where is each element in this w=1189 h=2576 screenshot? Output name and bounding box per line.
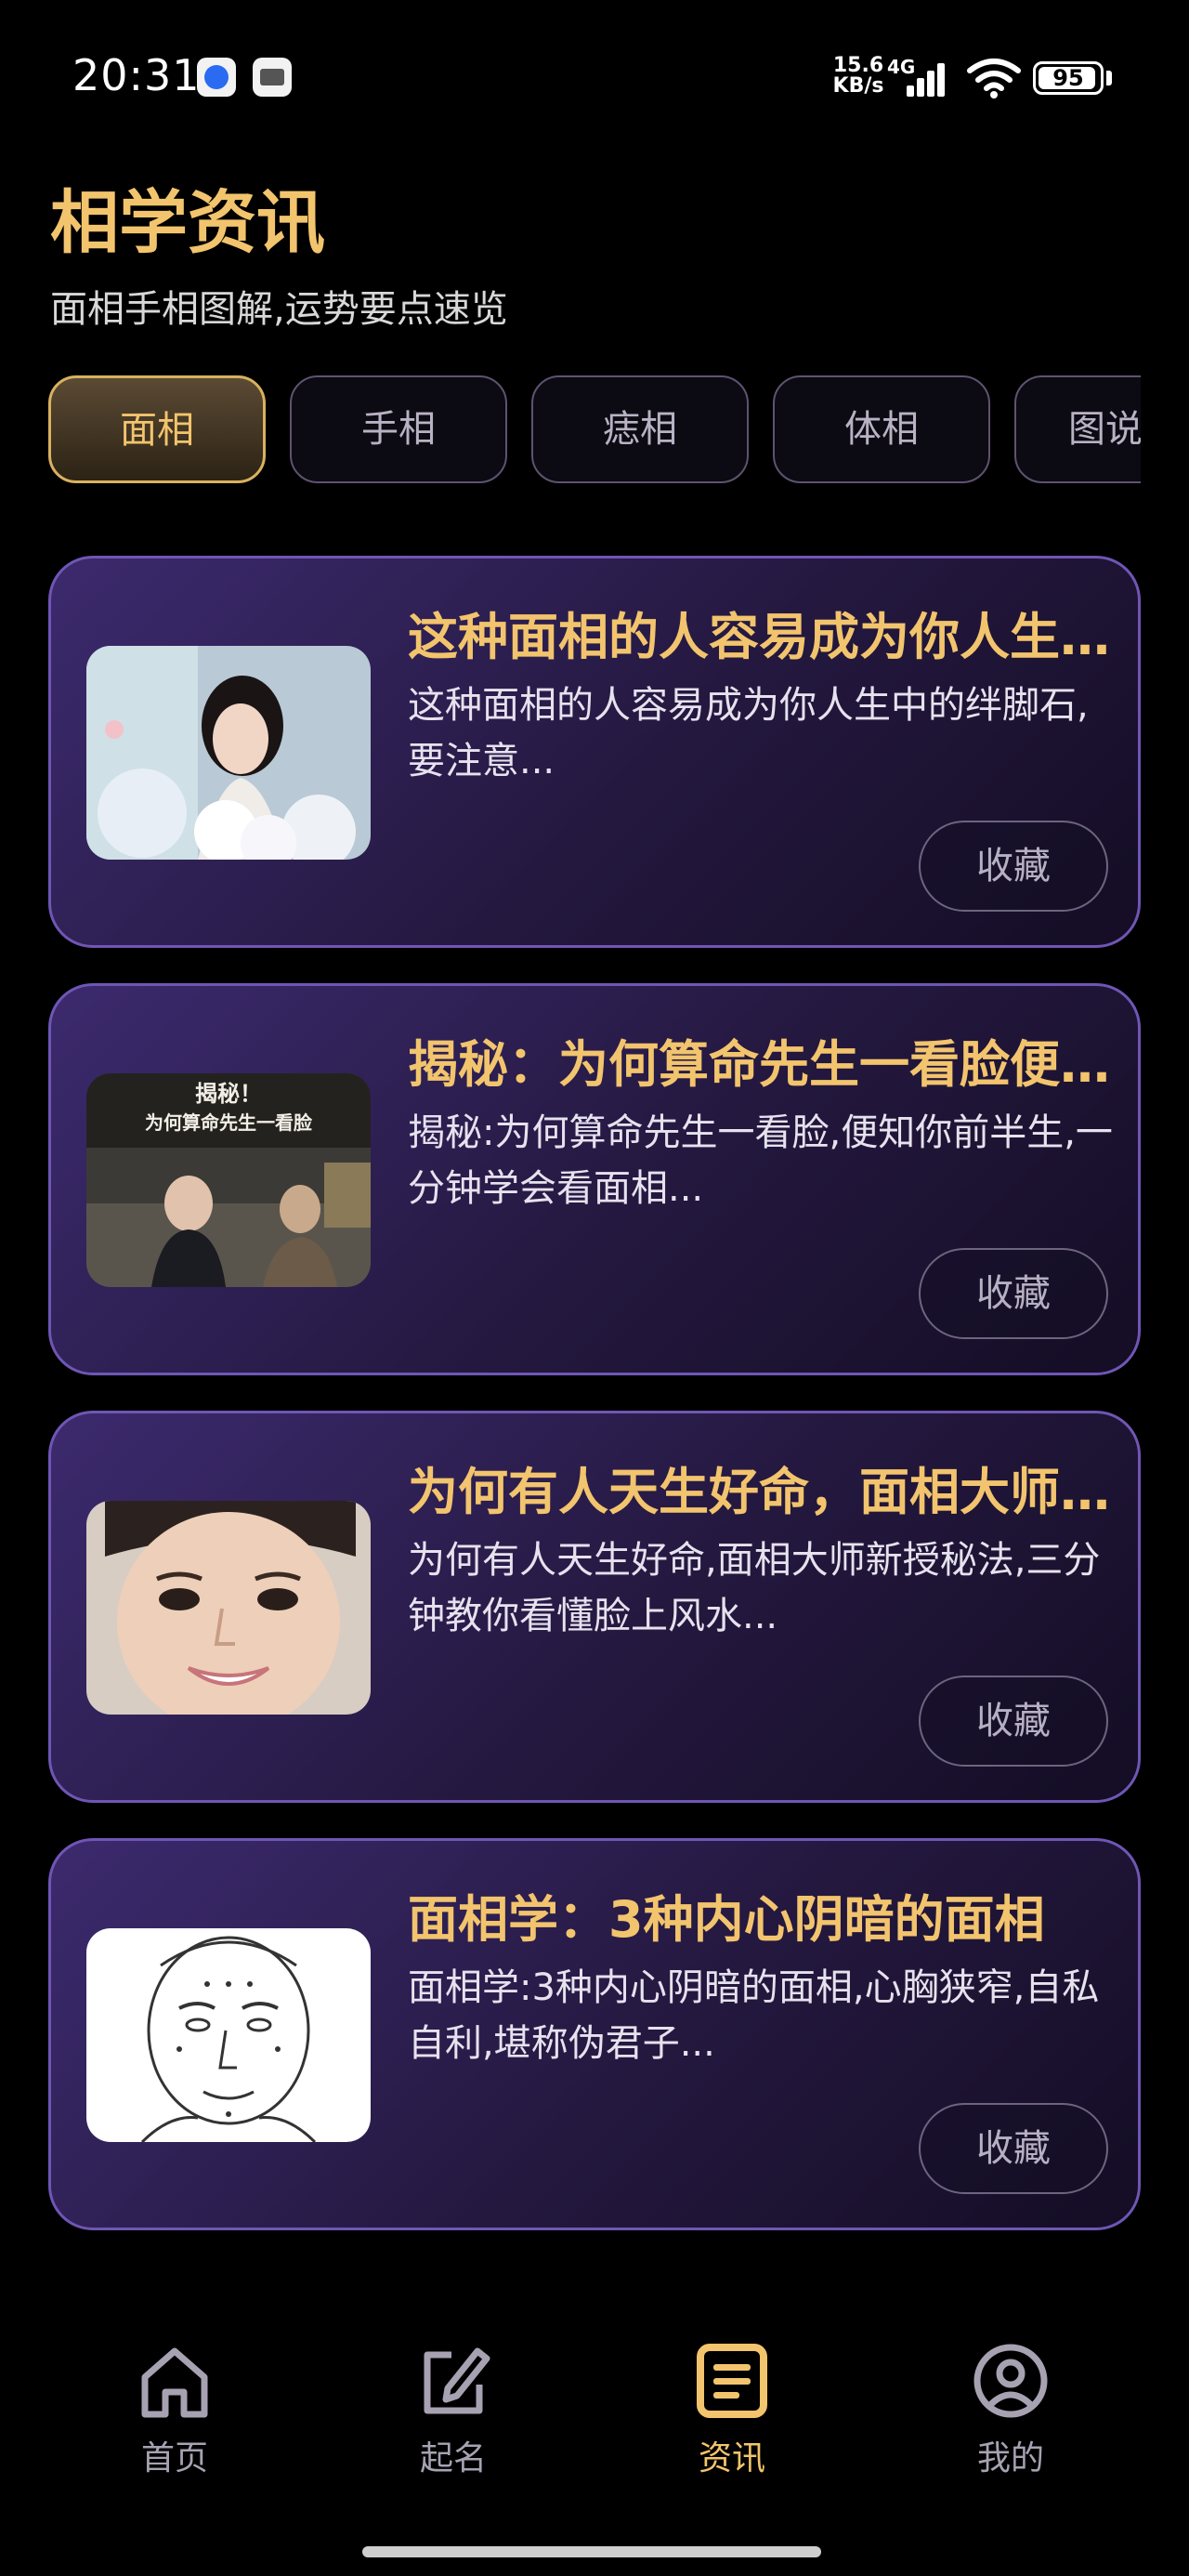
article-card[interactable]: 为何有人天生好命，面相大师新授秘法 为何有人天生好命,面相大师新授秘法,三分钟教… [48, 1411, 1141, 1803]
article-card[interactable]: 揭秘！ 为何算命先生一看脸 揭秘：为何算命先生一看脸便知你前半生 揭秘:为何算命… [48, 983, 1141, 1375]
favorite-button[interactable]: 收藏 [919, 1676, 1108, 1767]
nav-label: 我的 [976, 2439, 1044, 2477]
tab-illustrated[interactable]: 图说 [1014, 375, 1141, 483]
wifi-icon [967, 59, 1021, 99]
tab-body[interactable]: 体相 [773, 375, 990, 483]
favorite-button[interactable]: 收藏 [919, 2103, 1108, 2194]
battery-percentage: 95 [1052, 65, 1084, 91]
news-page: 20:31 15.6 KB/s 4G 95 相学资讯 面相手相图解,运势要点速览 [0, 0, 1189, 2576]
article-description: 这种面相的人容易成为你人生中的绊脚石,要注意... [408, 684, 1089, 782]
page-subtitle: 面相手相图解,运势要点速览 [50, 288, 508, 331]
battery-icon: 95 [1033, 61, 1104, 95]
nav-item-profile[interactable]: 我的 [918, 2342, 1104, 2500]
article-title[interactable]: 揭秘：为何算命先生一看脸便知你前半生 [408, 1023, 1114, 1097]
article-card[interactable]: 这种面相的人容易成为你人生中的绊脚石 这种面相的人容易成为你人生中的绊脚石,要注… [48, 556, 1141, 948]
thumbnail-caption: 揭秘！ [195, 1080, 262, 1107]
article-title[interactable]: 这种面相的人容易成为你人生中的绊脚石 [408, 596, 1114, 669]
favorite-button[interactable]: 收藏 [919, 1248, 1108, 1339]
article-description: 为何有人天生好命,面相大师新授秘法,三分钟教你看懂脸上风水... [408, 1539, 1101, 1637]
article-card[interactable]: 面相学：3种内心阴暗的面相 面相学:3种内心阴暗的面相,心胸狭窄,自私自利,堪称… [48, 1838, 1141, 2230]
network-speed-value: 15.6 [832, 54, 884, 77]
article-thumbnail [86, 1928, 371, 2142]
page-title: 相学资讯 [50, 183, 325, 263]
woman-with-balloons-image [86, 646, 371, 860]
nav-item-naming[interactable]: 起名 [360, 2342, 546, 2500]
network-speed: 15.6 KB/s [829, 56, 888, 97]
tab-mole[interactable]: 痣相 [531, 375, 749, 483]
article-thumbnail: 揭秘！ 为何算命先生一看脸 [86, 1073, 371, 1287]
article-title[interactable]: 面相学：3种内心阴暗的面相 [408, 1878, 1114, 1952]
edit-icon [424, 2347, 490, 2414]
article-thumbnail [86, 1501, 371, 1715]
bottom-navigation: 首页 起名 资讯 我的 [0, 2323, 1189, 2509]
network-speed-unit: KB/s [832, 74, 884, 98]
favorite-button[interactable]: 收藏 [919, 821, 1108, 912]
article-description: 面相学:3种内心阴暗的面相,心胸狭窄,自私自利,堪称伪君子... [408, 1966, 1100, 2065]
status-bar: 20:31 15.6 KB/s 4G 95 [0, 0, 1189, 139]
nav-item-home[interactable]: 首页 [82, 2342, 268, 2500]
news-document-icon [697, 2344, 767, 2418]
nav-label: 首页 [140, 2439, 208, 2477]
category-tabs[interactable]: 面相 手相 痣相 体相 图说 [48, 374, 1141, 487]
face-reading-chart-image [86, 1928, 371, 2142]
battery-tip [1106, 71, 1112, 85]
status-time: 20:31 [72, 50, 201, 100]
tab-palm[interactable]: 手相 [290, 375, 507, 483]
thumbnail-caption: 为何算命先生一看脸 [145, 1111, 313, 1134]
article-thumbnail [86, 646, 371, 860]
app-notification-icon [253, 58, 292, 97]
message-bubble-icon [197, 58, 236, 97]
home-icon [141, 2347, 208, 2418]
home-indicator[interactable] [362, 2546, 821, 2557]
user-profile-icon [973, 2344, 1048, 2418]
signal-icon [907, 63, 945, 97]
nav-item-news[interactable]: 资讯 [639, 2342, 825, 2500]
tab-face[interactable]: 面相 [48, 375, 266, 483]
fortune-teller-scene-image: 揭秘！ 为何算命先生一看脸 [86, 1073, 371, 1287]
smiling-woman-face-image [86, 1501, 371, 1715]
article-title[interactable]: 为何有人天生好命，面相大师新授秘法 [408, 1451, 1114, 1524]
article-description: 揭秘:为何算命先生一看脸,便知你前半生,一分钟学会看面相... [408, 1111, 1113, 1210]
nav-label: 起名 [419, 2439, 487, 2477]
nav-label: 资讯 [698, 2439, 765, 2477]
